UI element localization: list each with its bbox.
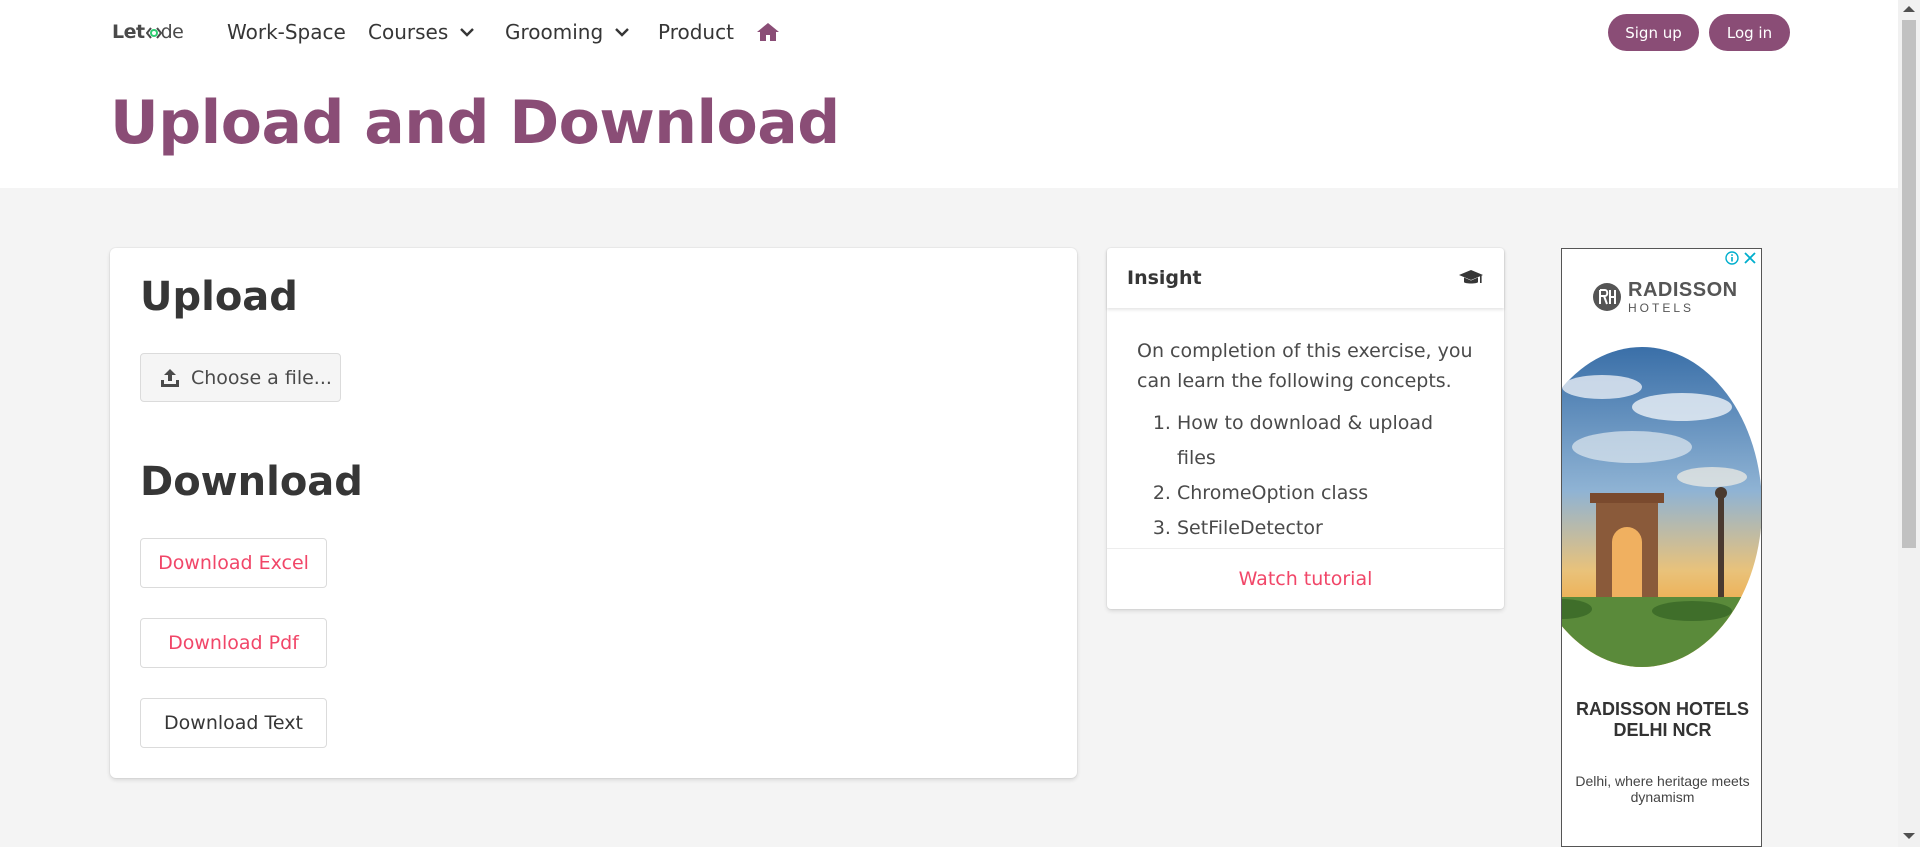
watch-tutorial-link[interactable]: Watch tutorial [1107,548,1504,609]
choose-file-button[interactable]: Choose a file... [140,353,341,402]
chevron-down-icon [460,28,475,37]
navbar: Let de Work-Space Courses Grooming Produ… [0,0,1898,64]
upload-download-card: Upload Choose a file... Download Downloa… [110,248,1077,778]
concept-item: How to download & upload files [1177,406,1474,476]
download-pdf-button[interactable]: Download Pdf [140,618,327,668]
ad-close-icon[interactable] [1743,251,1757,265]
brand-text-part2: de [160,21,184,43]
nav-workspace-label: Work-Space [227,20,346,44]
login-button[interactable]: Log in [1709,14,1790,51]
choose-file-label: Choose a file... [191,366,332,389]
insight-title: Insight [1127,267,1202,289]
ad-info-icon[interactable] [1725,251,1739,265]
radisson-logo: RADISSON HOTELS [1592,279,1738,315]
radisson-logo-text: RADISSON HOTELS [1628,279,1738,315]
upload-title: Upload [140,274,298,320]
chevron-down-icon [615,28,630,37]
insight-header: Insight [1107,248,1504,308]
nav-product[interactable]: Product [658,20,734,44]
page-scrollbar[interactable] [1898,0,1920,847]
brand-logo[interactable]: Let de [112,21,184,43]
ad-logo-line2: HOTELS [1628,301,1695,315]
india-gate-image [1562,347,1761,667]
nav-courses[interactable]: Courses [368,20,476,44]
ad-subtext: Delhi, where heritage meets dynamism [1575,773,1750,805]
nav-grooming[interactable]: Grooming [505,20,631,44]
nav-workspace[interactable]: Work-Space [227,20,346,44]
scrollbar-thumb[interactable] [1902,20,1916,548]
insight-body: On completion of this exercise, you can … [1107,308,1504,546]
ad-heading: RADISSON HOTELS DELHI NCR [1575,699,1749,740]
radisson-emblem-icon [1593,283,1621,311]
scroll-down-icon[interactable] [1903,833,1915,839]
brand-text-part1: Let [112,21,145,43]
hero-section: Upload and Download [0,64,1898,188]
advertisement[interactable]: RADISSON HOTELS RADISSON HOTELS DELHI NC… [1561,248,1762,847]
upload-icon [161,368,179,387]
download-excel-button[interactable]: Download Excel [140,538,327,588]
signup-button[interactable]: Sign up [1608,14,1699,51]
ad-controls [1725,251,1757,265]
nav-courses-label: Courses [368,20,449,44]
concept-item: SetFileDetector [1177,511,1474,546]
download-text-button[interactable]: Download Text [140,698,327,748]
brand-code-icon [145,27,162,39]
nav-grooming-label: Grooming [505,20,604,44]
insight-card: Insight On completion of this exercise, … [1107,248,1504,609]
concept-list: How to download & upload files ChromeOpt… [1137,406,1474,546]
page-title: Upload and Download [110,88,840,158]
download-title: Download [140,459,363,505]
concept-item: ChromeOption class [1177,476,1474,511]
ad-logo-line1: RADISSON [1628,279,1738,301]
graduation-cap-icon [1459,270,1483,284]
home-icon[interactable] [756,20,780,44]
scroll-up-icon[interactable] [1903,6,1915,12]
insight-intro: On completion of this exercise, you can … [1137,340,1473,392]
nav-product-label: Product [658,20,734,44]
